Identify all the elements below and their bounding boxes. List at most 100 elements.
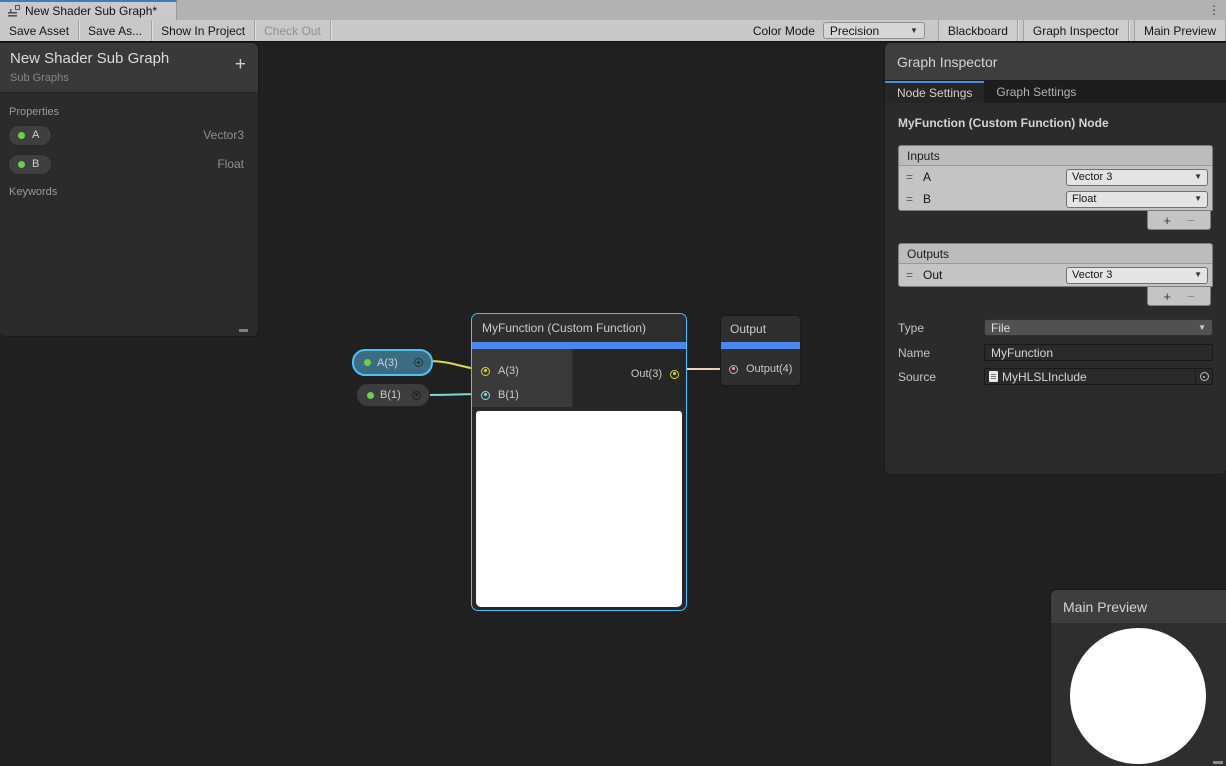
output-name: Out — [923, 268, 942, 282]
input-port-row-b: B(1) — [472, 383, 572, 407]
outputs-list: Outputs = Out Vector 3 ▼ — [898, 243, 1213, 287]
output-node[interactable]: Output Output(4) — [720, 315, 801, 386]
node-settings-heading: MyFunction (Custom Function) Node — [898, 116, 1226, 130]
input-type-dropdown-a[interactable]: Vector 3 ▼ — [1066, 169, 1208, 186]
add-output-button[interactable]: + — [1163, 289, 1171, 304]
exposed-dot-icon — [367, 392, 374, 399]
type-dropdown[interactable]: File ▼ — [984, 319, 1213, 336]
toolbar-spacer — [331, 20, 749, 41]
node-title[interactable]: MyFunction (Custom Function) — [472, 314, 686, 342]
color-mode-value: Precision — [830, 24, 879, 38]
input-port-b[interactable] — [481, 391, 490, 400]
output-type-dropdown[interactable]: Vector 3 ▼ — [1066, 267, 1208, 284]
show-in-project-button[interactable]: Show In Project — [152, 20, 255, 41]
node-port-area: A(3) B(1) Out(3) — [472, 349, 686, 407]
properties-section-label: Properties — [0, 106, 258, 118]
property-node-a[interactable]: A(3) — [352, 349, 433, 376]
property-b-output-port[interactable] — [412, 391, 421, 400]
inputs-list: Inputs = A Vector 3 ▼ = B Float ▼ — [898, 145, 1213, 211]
type-field-row: Type File ▼ — [898, 319, 1213, 336]
remove-output-button[interactable]: − — [1187, 289, 1195, 304]
drag-handle-icon[interactable]: = — [906, 170, 913, 184]
source-object-field[interactable]: MyHLSLInclude — [984, 368, 1213, 385]
blackboard-resize-handle[interactable] — [239, 329, 248, 332]
property-row-a[interactable]: A Vector3 — [8, 123, 258, 147]
keywords-section-label: Keywords — [0, 186, 258, 198]
input-port-row-output: Output(4) — [721, 357, 800, 381]
tab-new-shader-sub-graph[interactable]: New Shader Sub Graph* — [0, 0, 177, 20]
chevron-down-icon: ▼ — [1194, 195, 1202, 203]
graph-inspector-panel[interactable]: Graph Inspector Node Settings Graph Sett… — [884, 42, 1226, 475]
main-preview-resize-handle[interactable] — [1213, 761, 1223, 764]
property-a-output-port[interactable] — [414, 358, 423, 367]
tab-node-settings[interactable]: Node Settings — [885, 81, 984, 103]
main-preview-title: Main Preview — [1063, 599, 1147, 615]
property-row-b[interactable]: B Float — [8, 152, 258, 176]
save-as-button[interactable]: Save As... — [79, 20, 152, 41]
input-name: A — [923, 170, 931, 184]
blackboard-header: New Shader Sub Graph Sub Graphs + — [0, 43, 258, 93]
drag-handle-icon[interactable]: = — [906, 268, 913, 282]
drag-handle-icon[interactable]: = — [906, 192, 913, 206]
chevron-down-icon: ▼ — [1194, 271, 1202, 279]
outputs-list-footer: + − — [1147, 287, 1211, 306]
exposed-dot-icon — [18, 161, 25, 168]
type-label: Type — [898, 321, 984, 335]
color-mode-label: Color Mode — [749, 20, 823, 41]
output-port-out[interactable] — [670, 370, 679, 379]
color-mode-dropdown[interactable]: Precision ▼ — [823, 22, 925, 39]
add-property-button[interactable]: + — [235, 55, 246, 74]
input-type-dropdown-b[interactable]: Float ▼ — [1066, 191, 1208, 208]
main-preview-panel[interactable]: Main Preview — [1050, 589, 1226, 766]
add-input-button[interactable]: + — [1163, 213, 1171, 228]
tab-graph-settings[interactable]: Graph Settings — [984, 81, 1088, 103]
inspector-tabs: Node Settings Graph Settings — [885, 81, 1226, 103]
property-node-b[interactable]: B(1) — [356, 383, 430, 407]
preview-sphere — [1070, 628, 1206, 764]
remove-input-button[interactable]: − — [1187, 213, 1195, 228]
exposed-dot-icon — [18, 132, 25, 139]
property-type-a: Vector3 — [203, 128, 244, 142]
blackboard-toggle-button[interactable]: Blackboard — [938, 20, 1018, 41]
tab-menu-icon[interactable]: ⋮ — [1208, 2, 1220, 18]
save-asset-button[interactable]: Save Asset — [0, 20, 79, 41]
name-field-row: Name MyFunction — [898, 344, 1213, 361]
blackboard-title: New Shader Sub Graph — [10, 50, 248, 67]
input-name: B — [923, 192, 931, 206]
toolbar: Save Asset Save As... Show In Project Ch… — [0, 20, 1226, 42]
graph-inspector-toggle-button[interactable]: Graph Inspector — [1023, 20, 1129, 41]
tab-title: New Shader Sub Graph* — [25, 4, 157, 18]
node-accent-bar — [721, 342, 800, 349]
input-port-row-a: A(3) — [472, 359, 572, 383]
outputs-list-header: Outputs — [899, 244, 1212, 264]
object-picker-icon[interactable] — [1195, 369, 1212, 384]
node-title[interactable]: Output — [721, 316, 800, 342]
tab-bar: New Shader Sub Graph* ⋮ — [0, 0, 1226, 20]
property-pill-b[interactable]: B — [8, 154, 52, 175]
property-type-b: Float — [217, 157, 244, 171]
custom-function-node[interactable]: MyFunction (Custom Function) A(3) B(1) O… — [471, 313, 687, 611]
chevron-down-icon: ▼ — [910, 27, 918, 35]
check-out-button: Check Out — [255, 20, 331, 41]
outputs-row-out[interactable]: = Out Vector 3 ▼ — [899, 264, 1212, 286]
main-preview-header: Main Preview — [1051, 590, 1226, 623]
output-port-row-out: Out(3) — [631, 368, 679, 380]
file-icon — [989, 371, 998, 382]
node-accent-bar — [472, 342, 686, 349]
inputs-row-b[interactable]: = B Float ▼ — [899, 188, 1212, 210]
name-label: Name — [898, 346, 984, 360]
node-preview[interactable] — [476, 411, 682, 607]
main-preview-toggle-button[interactable]: Main Preview — [1134, 20, 1226, 41]
shader-graph-icon — [8, 5, 20, 17]
source-label: Source — [898, 370, 984, 384]
graph-canvas[interactable]: New Shader Sub Graph Sub Graphs + Proper… — [0, 42, 1226, 766]
blackboard-subtitle: Sub Graphs — [10, 72, 248, 84]
graph-inspector-header: Graph Inspector — [885, 43, 1226, 81]
property-pill-a[interactable]: A — [8, 125, 52, 146]
node-input-container: A(3) B(1) — [472, 349, 573, 407]
blackboard-panel[interactable]: New Shader Sub Graph Sub Graphs + Proper… — [0, 42, 259, 337]
inputs-row-a[interactable]: = A Vector 3 ▼ — [899, 166, 1212, 188]
name-input[interactable]: MyFunction — [984, 344, 1213, 361]
input-port-a[interactable] — [481, 367, 490, 376]
input-port-output[interactable] — [729, 365, 738, 374]
